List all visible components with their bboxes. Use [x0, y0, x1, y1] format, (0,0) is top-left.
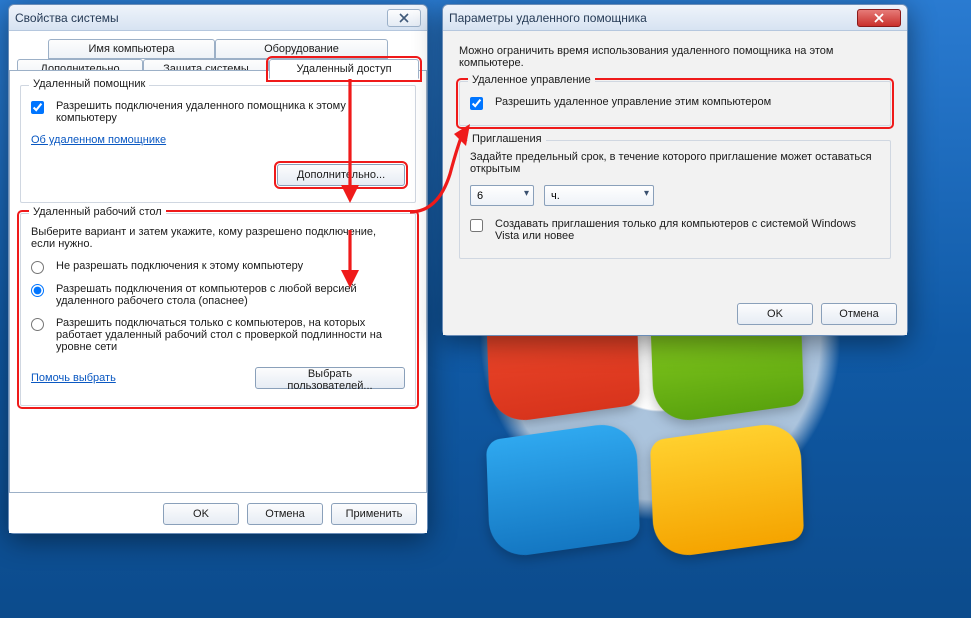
allow-remote-control-label: Разрешить удаленное управление этим комп… — [495, 96, 771, 108]
tab-hardware[interactable]: Оборудование — [215, 39, 388, 59]
rdp-help-link[interactable]: Помочь выбрать — [31, 372, 116, 384]
system-properties-window: Свойства системы Имя компьютера Оборудов… — [8, 4, 428, 534]
allow-ra-row: Разрешить подключения удаленного помощни… — [31, 100, 405, 124]
invitation-instruction: Задайте предельный срок, в течение котор… — [470, 151, 880, 175]
invitation-value-select[interactable]: 6 — [470, 185, 534, 206]
invitation-value: 6 — [477, 190, 483, 202]
ra-intro: Можно ограничить время использования уда… — [459, 45, 889, 69]
group-label: Удаленный рабочий стол — [29, 206, 166, 218]
window-body: Имя компьютера Оборудование Дополнительн… — [9, 31, 427, 533]
window-title: Параметры удаленного помощника — [449, 11, 857, 25]
rdp-option-none-label: Не разрешать подключения к этому компьют… — [56, 260, 303, 272]
vista-only-label: Создавать приглашения только для компьют… — [495, 218, 875, 242]
window-body: Можно ограничить время использования уда… — [443, 31, 907, 335]
ok-button[interactable]: OK — [737, 303, 813, 325]
group-remote-desktop: Удаленный рабочий стол Выберите вариант … — [20, 213, 416, 406]
group-remote-assistance: Удаленный помощник Разрешить подключения… — [20, 85, 416, 203]
cancel-button[interactable]: Отмена — [821, 303, 897, 325]
vista-only-checkbox[interactable] — [470, 219, 483, 232]
close-button[interactable] — [387, 9, 421, 27]
titlebar-system-properties[interactable]: Свойства системы — [9, 5, 427, 31]
group-label: Удаленный помощник — [29, 78, 149, 90]
ra-settings-window: Параметры удаленного помощника Можно огр… — [442, 4, 908, 336]
about-ra-link[interactable]: Об удаленном помощнике — [31, 134, 166, 146]
desktop: Свойства системы Имя компьютера Оборудов… — [0, 0, 971, 618]
allow-remote-control-checkbox[interactable] — [470, 97, 483, 110]
ra-advanced-button[interactable]: Дополнительно... — [277, 164, 405, 186]
rdp-option-nla[interactable] — [31, 318, 44, 331]
group-remote-control: Удаленное управление Разрешить удаленное… — [459, 81, 891, 126]
apply-button[interactable]: Применить — [331, 503, 417, 525]
rdp-option-any-label: Разрешать подключения от компьютеров с л… — [56, 283, 396, 307]
cancel-button[interactable]: Отмена — [247, 503, 323, 525]
dialog-button-row: OK Отмена — [443, 303, 907, 325]
group-label: Приглашения — [468, 133, 546, 145]
rdp-option-none[interactable] — [31, 261, 44, 274]
win-logo-yellow — [650, 420, 804, 560]
window-title: Свойства системы — [15, 11, 387, 25]
rdp-option-any[interactable] — [31, 284, 44, 297]
titlebar-ra-settings[interactable]: Параметры удаленного помощника — [443, 5, 907, 31]
close-button[interactable] — [857, 9, 901, 27]
rdp-instruction: Выберите вариант и затем укажите, кому р… — [31, 226, 391, 250]
tab-panel-remote: Удаленный помощник Разрешить подключения… — [9, 70, 427, 493]
ok-button[interactable]: OK — [163, 503, 239, 525]
dialog-button-row: OK Отмена Применить — [9, 503, 427, 525]
tab-computer-name[interactable]: Имя компьютера — [48, 39, 215, 59]
tab-remote[interactable]: Удаленный доступ — [269, 59, 419, 79]
allow-ra-label: Разрешить подключения удаленного помощни… — [56, 100, 386, 124]
close-icon — [398, 13, 410, 23]
group-invitations: Приглашения Задайте предельный срок, в т… — [459, 140, 891, 259]
invitation-unit-select[interactable]: ч. — [544, 185, 654, 206]
rdp-option-nla-label: Разрешить подключаться только с компьюте… — [56, 317, 396, 353]
invitation-unit: ч. — [551, 190, 560, 202]
win-logo-blue — [486, 420, 640, 560]
select-users-button[interactable]: Выбрать пользователей... — [255, 367, 405, 389]
group-label: Удаленное управление — [468, 74, 595, 86]
close-icon — [873, 13, 885, 23]
allow-ra-checkbox[interactable] — [31, 101, 44, 114]
